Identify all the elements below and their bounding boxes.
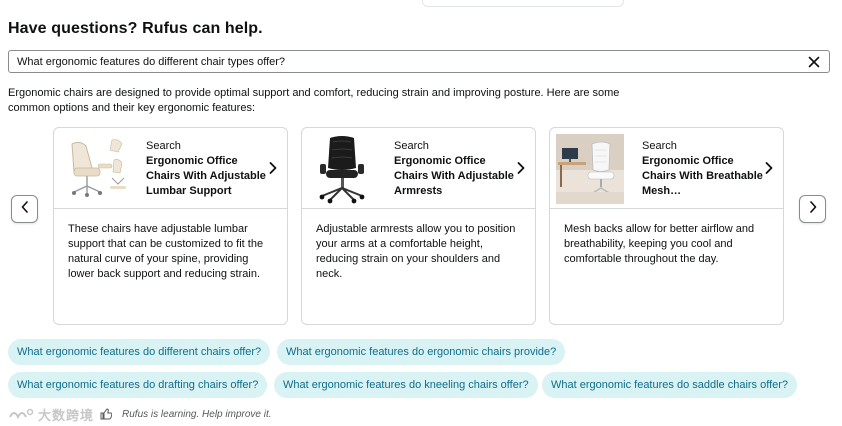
chair-card-mesh: Search Ergonomic Office Chairs With Brea… (549, 127, 784, 325)
question-text[interactable]: What ergonomic features do different cha… (17, 56, 285, 68)
card-search-link[interactable]: Search Ergonomic Office Chairs With Adju… (54, 128, 287, 209)
card-title[interactable]: Ergonomic Office Chairs With Adjustable … (146, 154, 271, 199)
suggestion-chip[interactable]: What ergonomic features do saddle chairs… (542, 372, 798, 398)
chair-card-armrests: Search Ergonomic Office Chairs With Adju… (301, 127, 536, 325)
thumbs-up-icon[interactable] (100, 408, 113, 420)
chevron-right-icon[interactable] (516, 161, 526, 175)
chevron-right-icon[interactable] (268, 161, 278, 175)
product-image (556, 134, 624, 204)
product-image (308, 134, 376, 204)
suggestion-chip[interactable]: What ergonomic features do different cha… (8, 339, 271, 365)
carousel-prev-button[interactable] (11, 195, 38, 223)
carousel-next-button[interactable] (799, 195, 826, 223)
card-description: Mesh backs allow for better airflow and … (564, 223, 755, 265)
suggestion-chip[interactable]: What ergonomic features do kneeling chai… (274, 372, 538, 398)
card-title[interactable]: Ergonomic Office Chairs With Adjustable … (394, 154, 519, 199)
suggestion-chip[interactable]: What ergonomic features do drafting chai… (8, 372, 268, 398)
watermark-logo-icon (9, 408, 34, 420)
suggestion-chip[interactable]: What ergonomic features do ergonomic cha… (277, 339, 566, 365)
footer: 大数跨境 Rufus is learning. Help improve it. (8, 404, 272, 424)
card-search-link[interactable]: Search Ergonomic Office Chairs With Adju… (302, 128, 535, 209)
watermark-text: 大数跨境 (38, 407, 95, 423)
chevron-left-icon (21, 200, 29, 218)
chevron-right-icon[interactable] (764, 161, 774, 175)
search-label: Search (642, 140, 677, 152)
card-description: Adjustable armrests allow you to positio… (316, 223, 516, 280)
rufus-panel: Have questions? Rufus can help. What erg… (0, 0, 842, 426)
card-title[interactable]: Ergonomic Office Chairs With Breathable … (642, 154, 767, 199)
search-label: Search (146, 140, 181, 152)
chair-card-lumbar: Search Ergonomic Office Chairs With Adju… (53, 127, 288, 325)
page-title: Have questions? Rufus can help. (8, 20, 263, 37)
product-image (60, 134, 128, 204)
top-tab-stub (422, 0, 624, 7)
chevron-right-icon (809, 200, 817, 218)
search-label: Search (394, 140, 429, 152)
watermark: 大数跨境 (8, 405, 94, 424)
question-field[interactable]: What ergonomic features do different cha… (8, 50, 830, 73)
card-description: These chairs have adjustable lumbar supp… (68, 223, 264, 280)
card-search-link[interactable]: Search Ergonomic Office Chairs With Brea… (550, 128, 783, 209)
answer-intro: Ergonomic chairs are designed to provide… (8, 87, 620, 114)
feedback-text[interactable]: Rufus is learning. Help improve it. (122, 409, 272, 420)
close-icon[interactable] (807, 55, 821, 69)
